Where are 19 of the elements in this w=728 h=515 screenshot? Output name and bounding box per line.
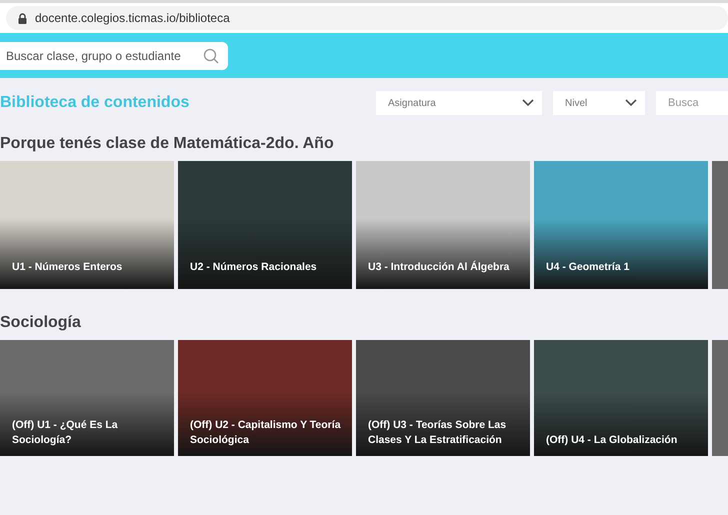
content-card[interactable]: (Off) U4 - La Globalización <box>534 340 708 456</box>
section-title: Sociología <box>0 313 82 333</box>
section-title: Porque tenés clase de Matemática-2do. Año <box>0 134 335 154</box>
search-field[interactable]: Buscar clase, grupo o estudiante <box>0 42 228 70</box>
url-field[interactable]: docente.colegios.ticmas.io/biblioteca <box>6 6 728 30</box>
lock-icon <box>18 12 27 24</box>
content-card[interactable]: U2 - Números Racionales <box>178 161 352 289</box>
content-card[interactable]: U3 - Introducción Al Álgebra <box>356 161 530 289</box>
chevron-icon <box>625 99 637 107</box>
filter-dropdown[interactable]: Asignatura <box>376 91 542 115</box>
filter-dropdown[interactable]: Nivel <box>553 91 645 115</box>
content-card[interactable]: U1 - Números Enteros <box>0 161 174 289</box>
chevron-icon <box>522 99 534 107</box>
page-title: Biblioteca de contenidos <box>0 94 190 112</box>
content-card[interactable]: (Off) U2 - Capitalismo Y Teoría Sociológica <box>178 340 352 456</box>
content-card[interactable]: (Off) U1 - ¿Qué Es La Sociología? <box>0 340 174 456</box>
content-card[interactable]: (Off) U3 - Teorías Sobre Las Clases Y La Estratificación <box>356 340 530 456</box>
search-icon <box>203 48 219 64</box>
content-card[interactable]: U4 - Geometría 1 <box>534 161 708 289</box>
